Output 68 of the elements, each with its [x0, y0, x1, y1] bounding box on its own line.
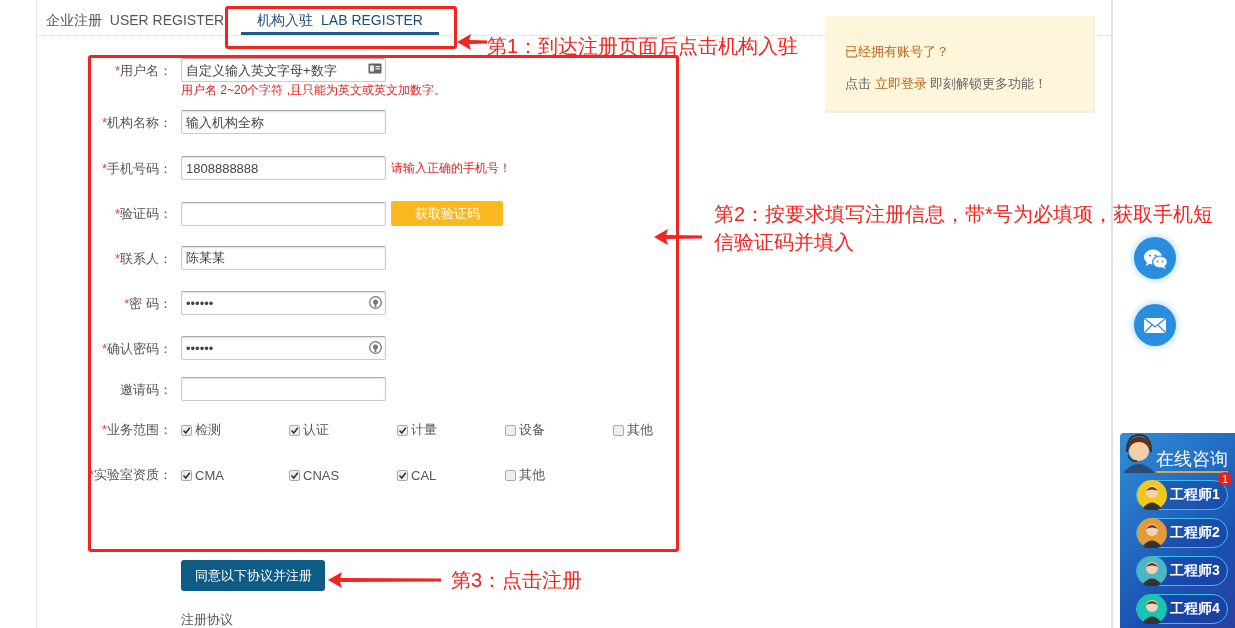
field-label: 手机号码： — [107, 161, 172, 176]
checkbox[interactable] — [397, 424, 408, 436]
wechat-button[interactable] — [1134, 237, 1176, 279]
required-mark: * — [101, 115, 107, 130]
login-link[interactable]: 立即登录 — [874, 76, 927, 91]
field-label: 密 码： — [129, 296, 172, 311]
input-field[interactable]: 陈某某 — [181, 246, 386, 270]
unread-badge: 1 — [1218, 472, 1232, 486]
input-field[interactable] — [181, 201, 386, 226]
field-label: 实验室资质： — [94, 467, 172, 482]
card-title: 已经拥有账号了？ — [845, 43, 950, 61]
field-label: 联系人： — [120, 251, 172, 266]
checkbox[interactable] — [505, 424, 516, 436]
annotation-text: 第1：到达注册页面后点击机构入驻 — [487, 34, 799, 59]
login-prompt: 点击 立即登录 即刻解锁更多功能！ — [845, 75, 1049, 93]
agent-button[interactable]: 工程师3 — [1136, 556, 1228, 586]
tab[interactable]: 企业注册 USER REGISTER — [46, 0, 225, 35]
field-label: 邀请码： — [120, 382, 172, 397]
mail-button[interactable] — [1134, 304, 1176, 346]
annotation-text: 第2：按要求填写注册信息，带*号为必填项，获取手机短信验证码并填入 — [714, 202, 1214, 255]
field-hint: 用户名 2~20个字符 ,且只能为英文或英文加数字。 — [181, 83, 447, 97]
register-button[interactable]: 同意以下协议并注册 — [181, 560, 325, 591]
field-label: 业务范围： — [107, 422, 172, 437]
checkbox-label: 设备 — [519, 421, 545, 439]
field-label: 验证码： — [120, 206, 172, 221]
key-icon[interactable] — [369, 341, 382, 354]
checkbox-label: 检测 — [195, 421, 221, 439]
required-mark: * — [101, 161, 107, 176]
agreement-link[interactable]: 注册协议 — [181, 611, 233, 628]
field-label: 机构名称： — [107, 115, 172, 130]
input-field[interactable]: 1808888888 — [181, 156, 386, 180]
required-mark: * — [114, 206, 120, 221]
agent-button[interactable]: 工程师2 — [1136, 518, 1228, 548]
annotation-text: 第3：点击注册 — [451, 568, 583, 593]
checkbox[interactable] — [181, 469, 192, 481]
checkbox-label: CAL — [411, 467, 437, 483]
id-card-icon[interactable] — [368, 63, 382, 74]
checkbox[interactable] — [397, 469, 408, 481]
agent-button[interactable]: 工程师4 — [1136, 594, 1228, 624]
required-mark: * — [114, 63, 120, 78]
input-field[interactable]: •••••• — [181, 336, 386, 360]
input-field[interactable]: •••••• — [181, 291, 386, 315]
required-mark: * — [124, 296, 130, 311]
consult-title: 在线咨询 — [1156, 448, 1228, 473]
checkbox-label: CNAS — [303, 467, 340, 483]
checkbox-label: 认证 — [303, 421, 329, 439]
checkbox[interactable] — [613, 424, 624, 436]
field-label: 用户名： — [120, 63, 172, 78]
input-field[interactable]: 输入机构全称 — [181, 110, 386, 134]
checkbox[interactable] — [505, 469, 516, 481]
checkbox[interactable] — [181, 424, 192, 436]
checkbox-label: 其他 — [627, 421, 653, 439]
key-icon[interactable] — [369, 296, 382, 309]
tab[interactable]: 机构入驻 LAB REGISTER — [241, 0, 440, 35]
checkbox[interactable] — [289, 469, 300, 481]
required-mark: * — [101, 422, 107, 437]
checkbox-label: 其他 — [519, 466, 545, 484]
required-mark: * — [101, 341, 107, 356]
checkbox[interactable] — [289, 424, 300, 436]
input-field[interactable] — [181, 377, 386, 401]
required-mark: * — [114, 251, 120, 266]
checkbox-label: 计量 — [411, 421, 437, 439]
error-message: 请输入正确的手机号！ — [391, 159, 511, 177]
checkbox-label: CMA — [195, 467, 224, 483]
input-field[interactable]: 自定义输入英文字母+数字 — [181, 58, 386, 82]
annotation-arrow — [457, 33, 487, 51]
annotation-arrow — [654, 228, 702, 246]
field-label: 确认密码： — [107, 341, 172, 356]
